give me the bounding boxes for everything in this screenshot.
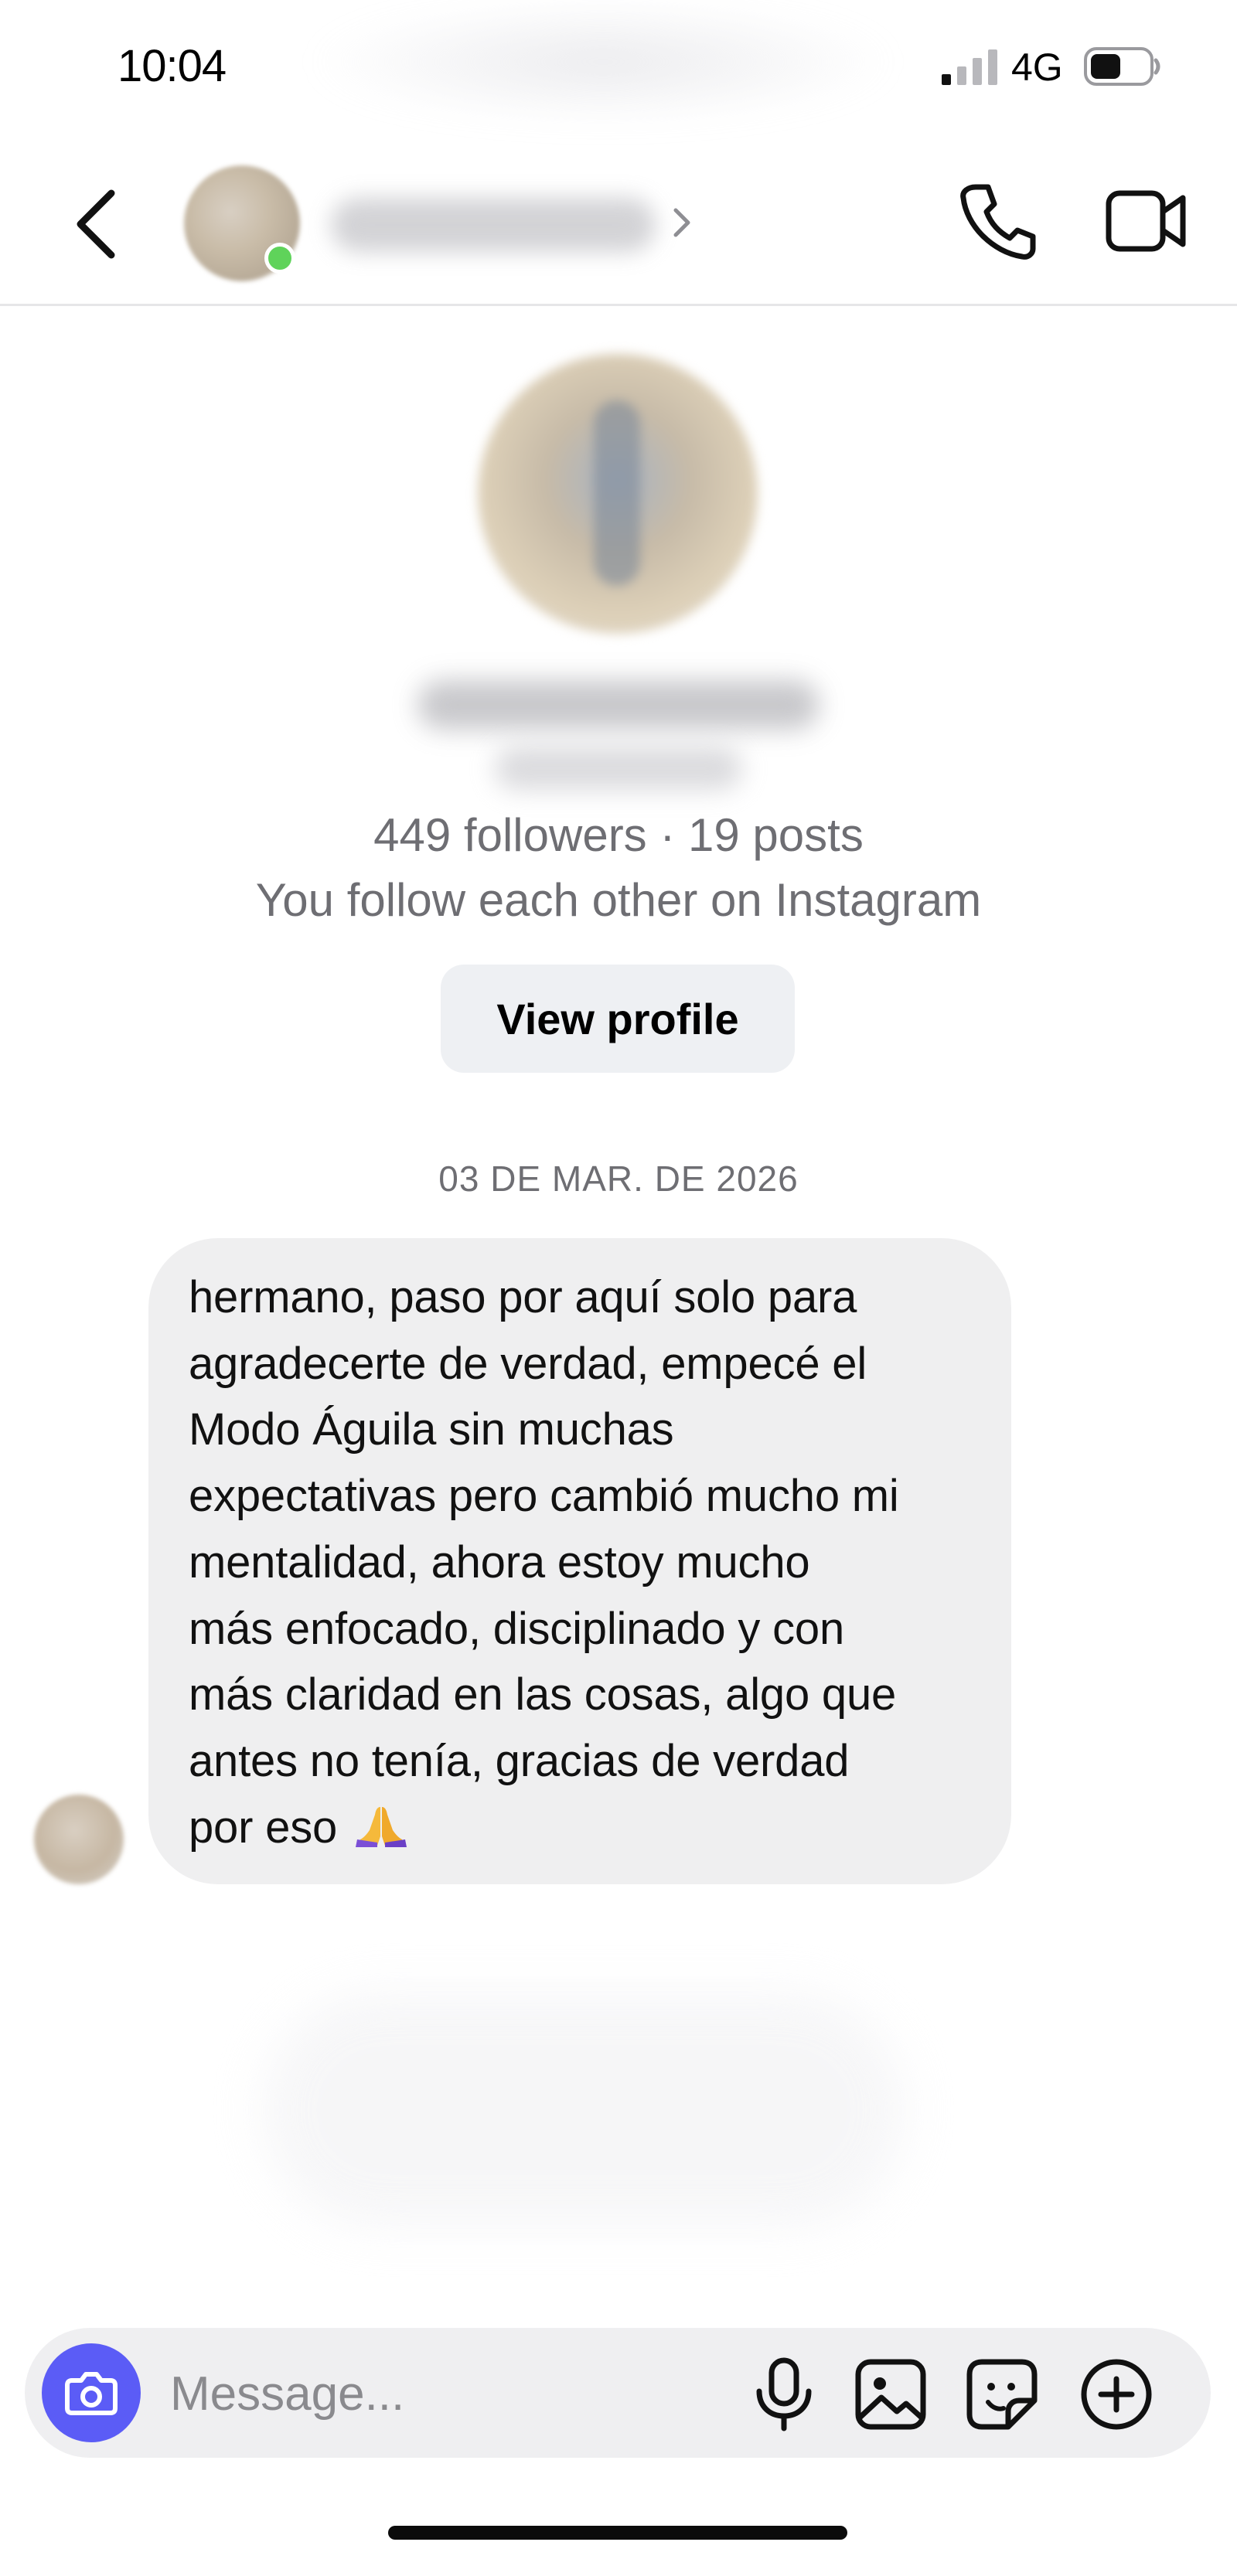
message-composer	[25, 2328, 1211, 2458]
signal-icon	[942, 49, 997, 85]
sticker-icon[interactable]	[965, 2357, 1039, 2431]
sender-avatar[interactable]	[34, 1795, 124, 1884]
gallery-icon[interactable]	[854, 2357, 928, 2431]
date-separator: 03 DE MAR. DE 2026	[438, 1159, 799, 1199]
dynamic-island-blur	[309, 0, 897, 124]
video-icon[interactable]	[1106, 187, 1186, 255]
chevron-right-icon[interactable]	[666, 199, 697, 246]
profile-mutual-follow: You follow each other on Instagram	[255, 874, 982, 926]
contact-name[interactable]	[331, 198, 656, 252]
profile-username-redacted	[495, 747, 742, 790]
network-label: 4G	[1011, 46, 1063, 89]
profile-stats: 449 followers · 19 posts	[373, 809, 864, 861]
microphone-icon[interactable]	[750, 2357, 818, 2431]
view-profile-button[interactable]: View profile	[441, 965, 795, 1073]
message-input[interactable]	[170, 2359, 711, 2428]
battery-icon	[1084, 47, 1160, 86]
message-text: hermano, paso por aquí solo para agradec…	[189, 1272, 899, 1853]
status-bar: 10:04 4G	[0, 0, 1237, 139]
chat-header	[0, 139, 1237, 306]
camera-button[interactable]	[42, 2343, 141, 2442]
phone-icon[interactable]	[959, 181, 1036, 261]
background-blur	[263, 1994, 905, 2226]
online-indicator	[264, 243, 295, 274]
home-indicator	[388, 2526, 847, 2540]
profile-avatar[interactable]	[478, 354, 758, 634]
message-bubble[interactable]: hermano, paso por aquí solo para agradec…	[148, 1238, 1011, 1884]
add-icon[interactable]	[1078, 2356, 1155, 2433]
status-time: 10:04	[118, 41, 227, 91]
profile-name-redacted	[417, 680, 820, 730]
back-icon[interactable]	[66, 185, 128, 263]
folded-hands-icon	[355, 1806, 407, 1847]
camera-icon	[65, 2372, 118, 2415]
